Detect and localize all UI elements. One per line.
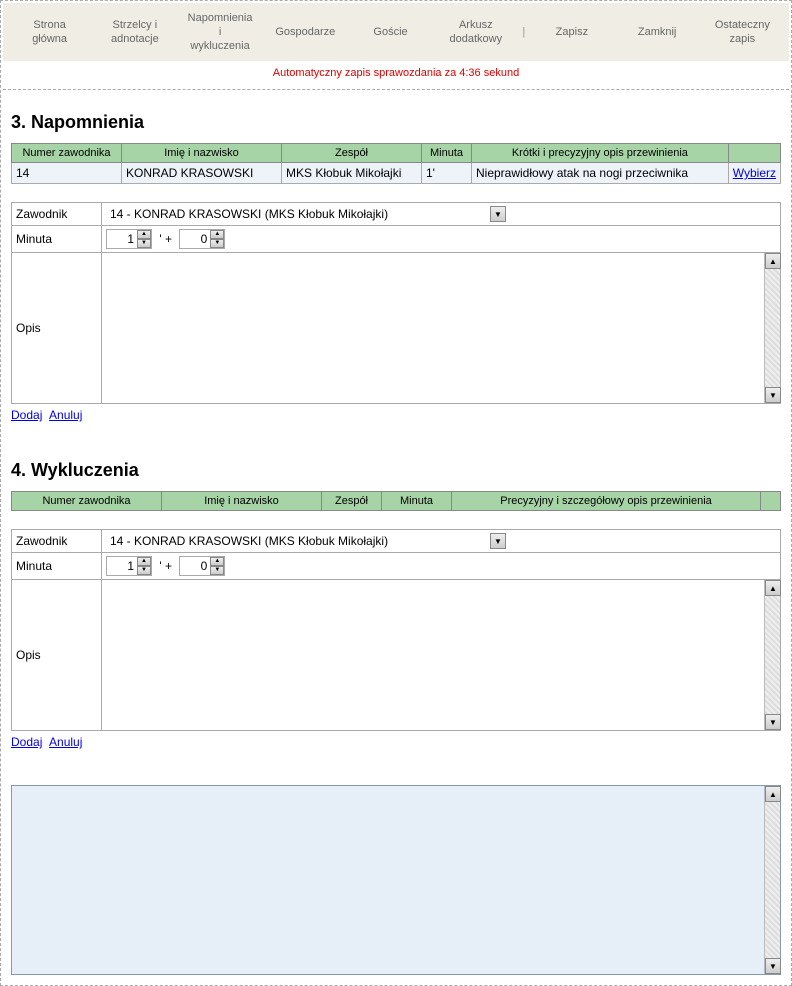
- nav-scorers[interactable]: Strzelcy iadnotacje: [92, 16, 177, 48]
- scroll-down-icon[interactable]: ▼: [765, 387, 781, 403]
- scroll-up-icon[interactable]: ▲: [765, 580, 781, 596]
- cell-minute: 1': [422, 163, 472, 184]
- spinner-up-icon[interactable]: ▲: [137, 230, 151, 239]
- description-textarea[interactable]: [102, 253, 780, 403]
- player-dropdown[interactable]: 14 - KONRAD KRASOWSKI (MKS Kłobuk Mikoła…: [106, 533, 506, 549]
- chevron-down-icon[interactable]: ▼: [490, 206, 506, 222]
- scrollbar[interactable]: ▲ ▼: [764, 580, 780, 730]
- caution-form: Zawodnik 14 - KONRAD KRASOWSKI (MKS Kłob…: [11, 202, 781, 404]
- cautions-table: Numer zawodnika Imię i nazwisko Zespół M…: [11, 143, 781, 184]
- col-name: Imię i nazwisko: [122, 144, 282, 163]
- col-action: [728, 144, 780, 163]
- spinner-down-icon[interactable]: ▼: [210, 566, 224, 575]
- spinner-down-icon[interactable]: ▼: [210, 239, 224, 248]
- minute-spinner-1[interactable]: ▲▼: [106, 229, 152, 249]
- nav-guests[interactable]: Goście: [348, 23, 433, 41]
- label-opis: Opis: [12, 580, 102, 731]
- section-title-exclusions: 4. Wykluczenia: [11, 460, 781, 481]
- minute-spinner-1[interactable]: ▲▼: [106, 556, 152, 576]
- minute-input-1[interactable]: [107, 558, 137, 574]
- nav-final-save[interactable]: Ostatecznyzapis: [700, 16, 785, 48]
- player-dropdown-text: 14 - KONRAD KRASOWSKI (MKS Kłobuk Mikoła…: [106, 533, 490, 549]
- label-opis: Opis: [12, 253, 102, 404]
- scrollbar[interactable]: ▲ ▼: [764, 253, 780, 403]
- nav-separator: |: [518, 26, 529, 38]
- form-actions: Dodaj Anuluj: [11, 731, 781, 753]
- nav-save[interactable]: Zapisz: [529, 23, 614, 41]
- navbar: Stronagłówna Strzelcy iadnotacje Napomni…: [3, 3, 789, 61]
- scroll-down-icon[interactable]: ▼: [765, 714, 781, 730]
- plus-separator: ' +: [155, 232, 176, 246]
- spinner-down-icon[interactable]: ▼: [137, 566, 151, 575]
- cell-name: KONRAD KRASOWSKI: [122, 163, 282, 184]
- add-link[interactable]: Dodaj: [11, 408, 42, 422]
- cell-number: 14: [12, 163, 122, 184]
- nav-cautions[interactable]: Napomnienia iwykluczenia: [177, 9, 262, 55]
- minute-spinner-2[interactable]: ▲▼: [179, 556, 225, 576]
- spinner-up-icon[interactable]: ▲: [137, 557, 151, 566]
- label-zawodnik: Zawodnik: [12, 203, 102, 226]
- form-actions: Dodaj Anuluj: [11, 404, 781, 426]
- label-zawodnik: Zawodnik: [12, 530, 102, 553]
- section-cautions: 3. Napomnienia Numer zawodnika Imię i na…: [3, 90, 789, 438]
- col-team: Zespół: [322, 492, 382, 511]
- col-desc: Krótki i precyzyjny opis przewinienia: [472, 144, 729, 163]
- select-link[interactable]: Wybierz: [733, 166, 776, 180]
- cancel-link[interactable]: Anuluj: [49, 735, 82, 749]
- nav-extra-sheet[interactable]: Arkuszdodatkowy: [433, 16, 518, 48]
- cancel-link[interactable]: Anuluj: [49, 408, 82, 422]
- minute-input-1[interactable]: [107, 231, 137, 247]
- col-name: Imię i nazwisko: [162, 492, 322, 511]
- col-team: Zespół: [282, 144, 422, 163]
- col-number: Numer zawodnika: [12, 144, 122, 163]
- cell-desc: Nieprawidłowy atak na nogi przeciwnika: [472, 163, 729, 184]
- spinner-up-icon[interactable]: ▲: [210, 557, 224, 566]
- table-row: 14 KONRAD KRASOWSKI MKS Kłobuk Mikołajki…: [12, 163, 781, 184]
- description-textarea[interactable]: [102, 580, 780, 730]
- label-minuta: Minuta: [12, 553, 102, 580]
- scroll-up-icon[interactable]: ▲: [765, 253, 781, 269]
- scroll-up-icon[interactable]: ▲: [765, 786, 781, 802]
- chevron-down-icon[interactable]: ▼: [490, 533, 506, 549]
- col-desc: Precyzyjny i szczegółowy opis przewinien…: [452, 492, 761, 511]
- exclusion-form: Zawodnik 14 - KONRAD KRASOWSKI (MKS Kłob…: [11, 529, 781, 731]
- nav-home[interactable]: Stronagłówna: [7, 16, 92, 48]
- minute-input-2[interactable]: [180, 558, 210, 574]
- plus-separator: ' +: [155, 559, 176, 573]
- label-minuta: Minuta: [12, 226, 102, 253]
- notes-area: ▲ ▼: [11, 785, 781, 975]
- cell-action: Wybierz: [728, 163, 780, 184]
- player-dropdown-text: 14 - KONRAD KRASOWSKI (MKS Kłobuk Mikoła…: [106, 206, 490, 222]
- col-action: [761, 492, 781, 511]
- minute-spinner-2[interactable]: ▲▼: [179, 229, 225, 249]
- nav-close[interactable]: Zamknij: [615, 23, 700, 41]
- col-minute: Minuta: [422, 144, 472, 163]
- add-link[interactable]: Dodaj: [11, 735, 42, 749]
- minute-input-2[interactable]: [180, 231, 210, 247]
- col-number: Numer zawodnika: [12, 492, 162, 511]
- autosave-message: Automatyczny zapis sprawozdania za 4:36 …: [3, 61, 789, 89]
- spinner-down-icon[interactable]: ▼: [137, 239, 151, 248]
- section-title-cautions: 3. Napomnienia: [11, 112, 781, 133]
- section-exclusions: 4. Wykluczenia Numer zawodnika Imię i na…: [3, 438, 789, 765]
- col-minute: Minuta: [382, 492, 452, 511]
- spinner-up-icon[interactable]: ▲: [210, 230, 224, 239]
- scrollbar[interactable]: ▲ ▼: [764, 786, 780, 974]
- scroll-down-icon[interactable]: ▼: [765, 958, 781, 974]
- cell-team: MKS Kłobuk Mikołajki: [282, 163, 422, 184]
- exclusions-table: Numer zawodnika Imię i nazwisko Zespół M…: [11, 491, 781, 511]
- nav-hosts[interactable]: Gospodarze: [263, 23, 348, 41]
- notes-textarea[interactable]: [12, 786, 780, 974]
- player-dropdown[interactable]: 14 - KONRAD KRASOWSKI (MKS Kłobuk Mikoła…: [106, 206, 506, 222]
